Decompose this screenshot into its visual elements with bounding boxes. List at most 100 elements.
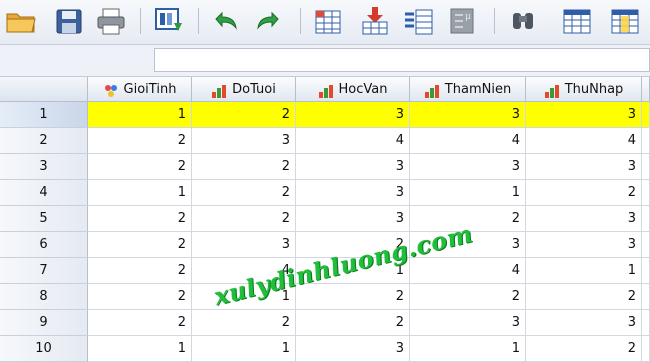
data-cell[interactable]: 4 [296,128,410,154]
insert-variable-icon[interactable] [608,5,642,37]
data-cell[interactable]: 2 [88,232,192,258]
data-cell[interactable]: 4 [526,128,642,154]
ordinal-bar-icon [211,82,227,98]
cell-reference-box[interactable] [0,48,152,72]
data-cell[interactable]: 3 [410,102,526,128]
run-descriptives-icon[interactable]: μ [446,5,480,37]
data-cell[interactable]: 3 [526,154,642,180]
data-cell[interactable]: 2 [526,180,642,206]
row-header[interactable]: 7 [0,258,88,284]
data-cell[interactable]: 1 [410,336,526,362]
data-cell[interactable]: 2 [88,258,192,284]
data-cell-empty[interactable] [642,284,650,310]
data-cell[interactable]: 2 [192,310,296,336]
row-header[interactable]: 3 [0,154,88,180]
ordinal-bar-icon [544,82,560,98]
data-cell[interactable]: 2 [192,154,296,180]
data-cell[interactable]: 2 [192,180,296,206]
open-folder-icon[interactable] [4,5,38,37]
column-header-dotuoi[interactable]: DoTuoi [192,77,296,102]
data-cell[interactable]: 3 [526,232,642,258]
find-icon[interactable] [506,5,540,37]
row-header[interactable]: 4 [0,180,88,206]
data-cell[interactable]: 3 [296,102,410,128]
data-cell[interactable]: 4 [410,128,526,154]
table-row: 522323 [0,206,650,232]
data-cell[interactable]: 1 [88,336,192,362]
column-label: DoTuoi [232,81,276,97]
data-cell[interactable]: 3 [296,154,410,180]
data-grid: GioiTinh DoTuoi HocVan ThamNien ThuNhap [0,77,650,362]
row-header[interactable]: 9 [0,310,88,336]
data-cell[interactable]: 3 [192,232,296,258]
column-header-empty[interactable] [642,77,650,102]
data-cell-empty[interactable] [642,206,650,232]
data-cell[interactable]: 1 [88,102,192,128]
column-header-thamnien[interactable]: ThamNien [410,77,526,102]
data-cell[interactable]: 3 [296,180,410,206]
table-row: 223444 [0,128,650,154]
data-cell-empty[interactable] [642,232,650,258]
undo-icon[interactable] [208,5,242,37]
table-row: 112333 [0,102,650,128]
data-cell[interactable]: 2 [410,284,526,310]
row-header[interactable]: 6 [0,232,88,258]
data-cell-empty[interactable] [642,102,650,128]
data-cell[interactable]: 3 [526,310,642,336]
data-cell[interactable]: 2 [526,336,642,362]
row-header[interactable]: 10 [0,336,88,362]
data-cell-empty[interactable] [642,336,650,362]
redo-icon[interactable] [252,5,286,37]
data-cell[interactable]: 2 [296,310,410,336]
cell-value-editor[interactable] [154,48,650,72]
grid-corner[interactable] [0,77,88,102]
data-cell[interactable]: 3 [296,336,410,362]
data-cell[interactable]: 3 [410,310,526,336]
table-row: 322333 [0,154,650,180]
column-header-gioitinh[interactable]: GioiTinh [88,77,192,102]
data-cell[interactable]: 3 [296,206,410,232]
variables-icon[interactable] [402,5,436,37]
data-cell[interactable]: 2 [88,154,192,180]
column-header-thunhap[interactable]: ThuNhap [526,77,642,102]
data-cell[interactable]: 2 [296,284,410,310]
print-icon[interactable] [94,5,128,37]
row-header[interactable]: 8 [0,284,88,310]
data-cell[interactable]: 2 [192,102,296,128]
data-cell[interactable]: 1 [88,180,192,206]
data-cell-empty[interactable] [642,258,650,284]
data-cell[interactable]: 2 [192,206,296,232]
column-header-row: GioiTinh DoTuoi HocVan ThamNien ThuNhap [0,77,650,102]
insert-cases-icon[interactable] [560,5,594,37]
data-cell[interactable]: 1 [526,258,642,284]
data-cell-empty[interactable] [642,310,650,336]
data-cell[interactable]: 3 [526,102,642,128]
recall-dialog-icon[interactable] [152,5,186,37]
data-cell[interactable]: 2 [88,128,192,154]
column-header-hocvan[interactable]: HocVan [296,77,410,102]
goto-variable-icon[interactable] [358,5,392,37]
table-row: 10 1 1 3 1 2 [0,336,650,362]
row-header[interactable]: 1 [0,102,88,128]
data-cell[interactable]: 2 [88,310,192,336]
data-cell[interactable]: 2 [88,284,192,310]
data-cell[interactable]: 2 [526,284,642,310]
data-cell[interactable]: 3 [192,128,296,154]
ordinal-bar-icon [318,82,334,98]
data-cell-empty[interactable] [642,154,650,180]
nominal-measure-icon [103,82,119,97]
data-cell[interactable]: 3 [526,206,642,232]
data-cell[interactable]: 1 [192,336,296,362]
table-row: 922233 [0,310,650,336]
data-cell-empty[interactable] [642,128,650,154]
goto-case-icon[interactable] [312,5,346,37]
save-icon[interactable] [52,5,86,37]
data-cell-empty[interactable] [642,180,650,206]
row-header[interactable]: 5 [0,206,88,232]
data-cell[interactable]: 1 [410,180,526,206]
data-cell[interactable]: 4 [410,258,526,284]
row-header[interactable]: 2 [0,128,88,154]
column-label: ThuNhap [564,81,624,97]
data-cell[interactable]: 3 [410,154,526,180]
data-cell[interactable]: 2 [88,206,192,232]
